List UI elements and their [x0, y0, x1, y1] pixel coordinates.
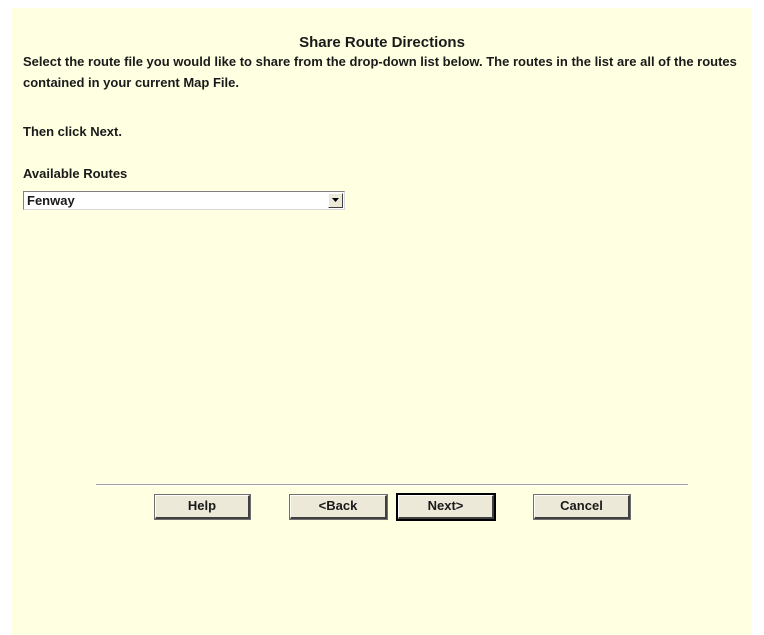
- chevron-down-icon: [332, 198, 339, 202]
- next-button[interactable]: Next>: [396, 493, 496, 521]
- cancel-button[interactable]: Cancel: [533, 494, 631, 520]
- then-click-text: Then click Next.: [23, 124, 122, 139]
- dialog-title: Share Route Directions: [299, 34, 465, 51]
- button-divider: [96, 484, 688, 486]
- instructions-text: Select the route file you would like to …: [23, 54, 737, 90]
- share-route-dialog: Share Route Directions Select the route …: [12, 8, 752, 635]
- dropdown-arrow-button[interactable]: [328, 193, 343, 208]
- back-button[interactable]: <Back: [289, 494, 388, 520]
- help-button[interactable]: Help: [154, 494, 251, 520]
- available-routes-label: Available Routes: [23, 166, 128, 181]
- available-routes-select[interactable]: Fenway: [23, 191, 345, 210]
- selected-route-value: Fenway: [27, 193, 75, 208]
